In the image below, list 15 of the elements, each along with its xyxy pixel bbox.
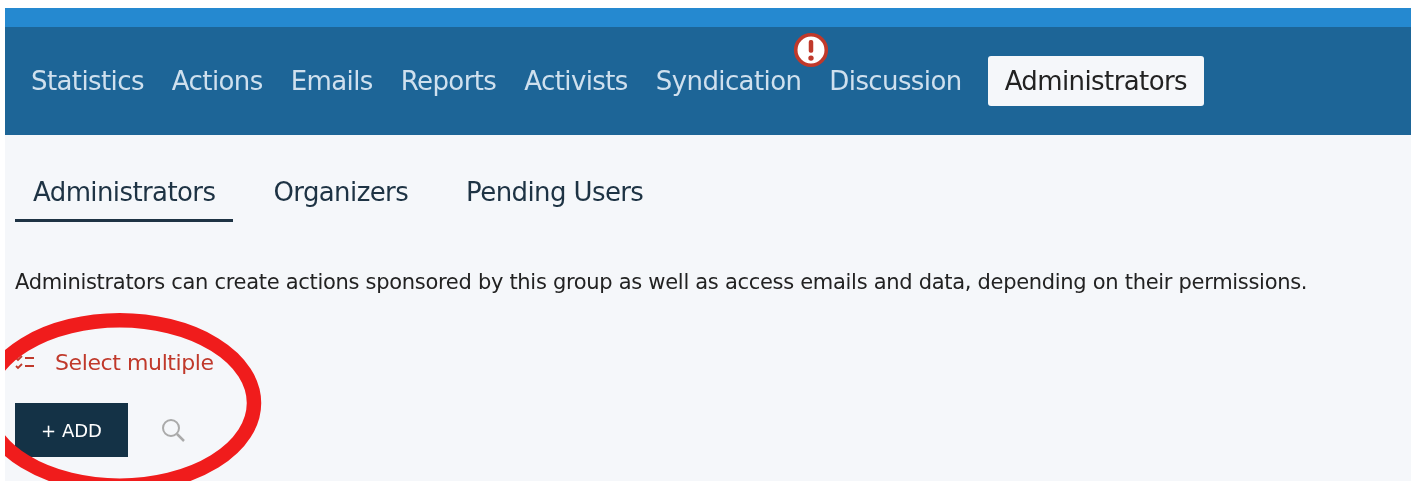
nav-tab[interactable]: Syndication [647,56,810,106]
search-icon[interactable] [160,417,186,443]
nav-tab[interactable]: Statistics [23,56,152,106]
add-button[interactable]: + ADD [15,403,128,457]
nav-tab[interactable]: Administrators [987,56,1204,106]
description-text: Administrators can create actions sponsored by this group as well as access emails and data, depending on their permissions. [15,270,1309,294]
sub-tab[interactable]: Organizers [255,173,427,222]
select-multiple-link[interactable]: Select multiple [55,350,214,375]
nav-tab[interactable]: Discussion [821,56,970,106]
sub-tab[interactable]: Administrators [15,173,234,222]
nav-tab[interactable]: Activists [516,56,636,106]
nav-tab[interactable]: Actions [163,56,271,106]
nav-tab[interactable]: Emails [282,56,381,106]
sub-tab[interactable]: Pending Users [448,173,662,222]
nav-tab[interactable]: Reports [392,56,505,106]
